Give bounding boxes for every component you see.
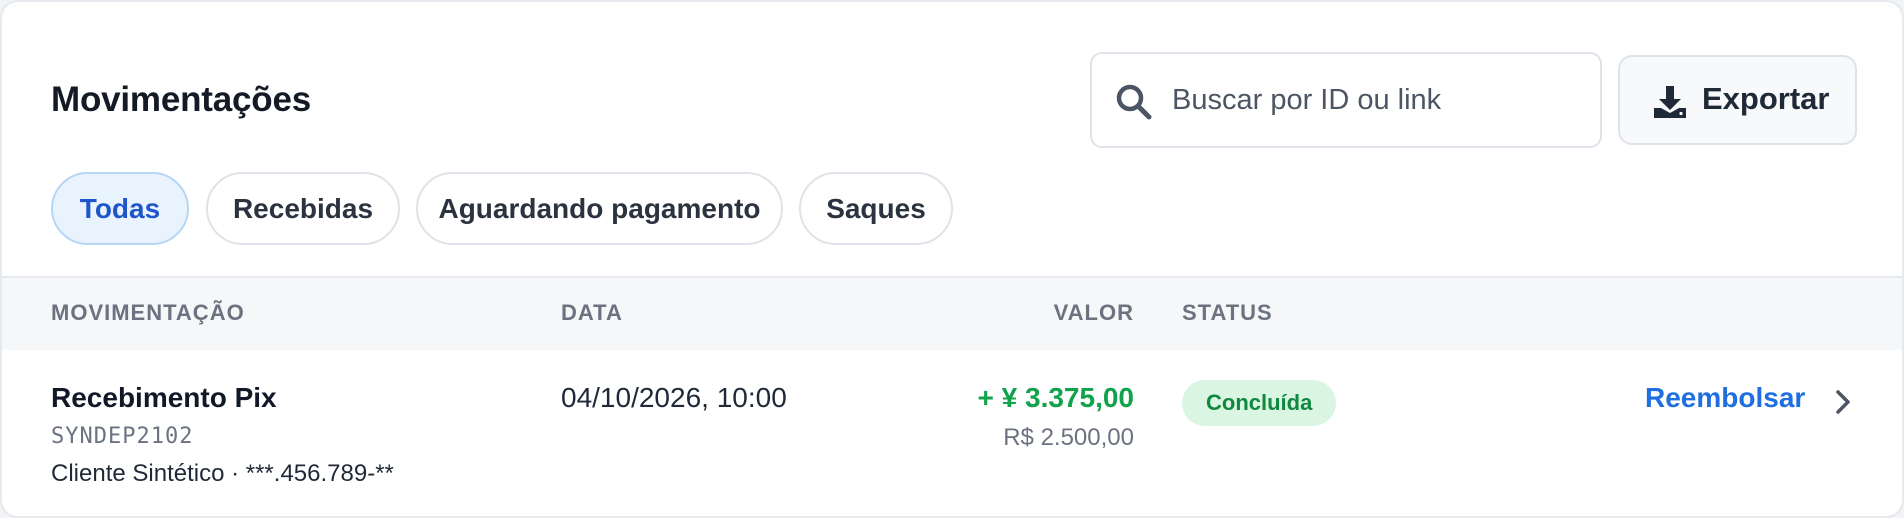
chevron-right-icon[interactable] <box>1832 388 1854 416</box>
search-icon <box>1116 84 1152 120</box>
table-row[interactable]: Recebimento Pix SYNDEP2102 Cliente Sinté… <box>2 350 1902 516</box>
status-badge: Concluída <box>1182 380 1337 426</box>
download-icon <box>1654 86 1686 118</box>
column-header-valor: VALOR <box>1053 300 1134 325</box>
page-title: Movimentações <box>51 80 311 119</box>
transaction-id: SYNDEP2102 <box>51 424 194 449</box>
transaction-date: 04/10/2026, 10:00 <box>561 382 787 413</box>
search-input[interactable] <box>1172 54 1582 146</box>
column-header-status: STATUS <box>1182 300 1273 325</box>
search-box[interactable] <box>1090 52 1602 148</box>
tab-recebidas[interactable]: Recebidas <box>206 172 400 245</box>
transactions-header: Movimentações Exportar Todas Recebidas A… <box>2 2 1902 276</box>
transactions-panel: Movimentações Exportar Todas Recebidas A… <box>0 0 1904 518</box>
transaction-amount: + ¥ 3.375,00 <box>977 382 1134 413</box>
tab-saques[interactable]: Saques <box>799 172 953 245</box>
column-header-data: DATA <box>561 300 623 325</box>
export-label: Exportar <box>1702 81 1830 116</box>
transaction-title: Recebimento Pix <box>51 382 277 413</box>
table-header: MOVIMENTAÇÃO DATA VALOR STATUS <box>2 276 1902 350</box>
transaction-amount-brl: R$ 2.500,00 <box>1003 424 1134 451</box>
export-button[interactable]: Exportar <box>1618 55 1857 145</box>
transaction-client: Cliente Sintético · ***.456.789-** <box>51 460 394 487</box>
tab-todas[interactable]: Todas <box>51 172 189 245</box>
refund-link[interactable]: Reembolsar <box>1645 382 1805 414</box>
column-header-movimentacao: MOVIMENTAÇÃO <box>51 300 245 325</box>
tab-aguardando-pagamento[interactable]: Aguardando pagamento <box>416 172 783 245</box>
